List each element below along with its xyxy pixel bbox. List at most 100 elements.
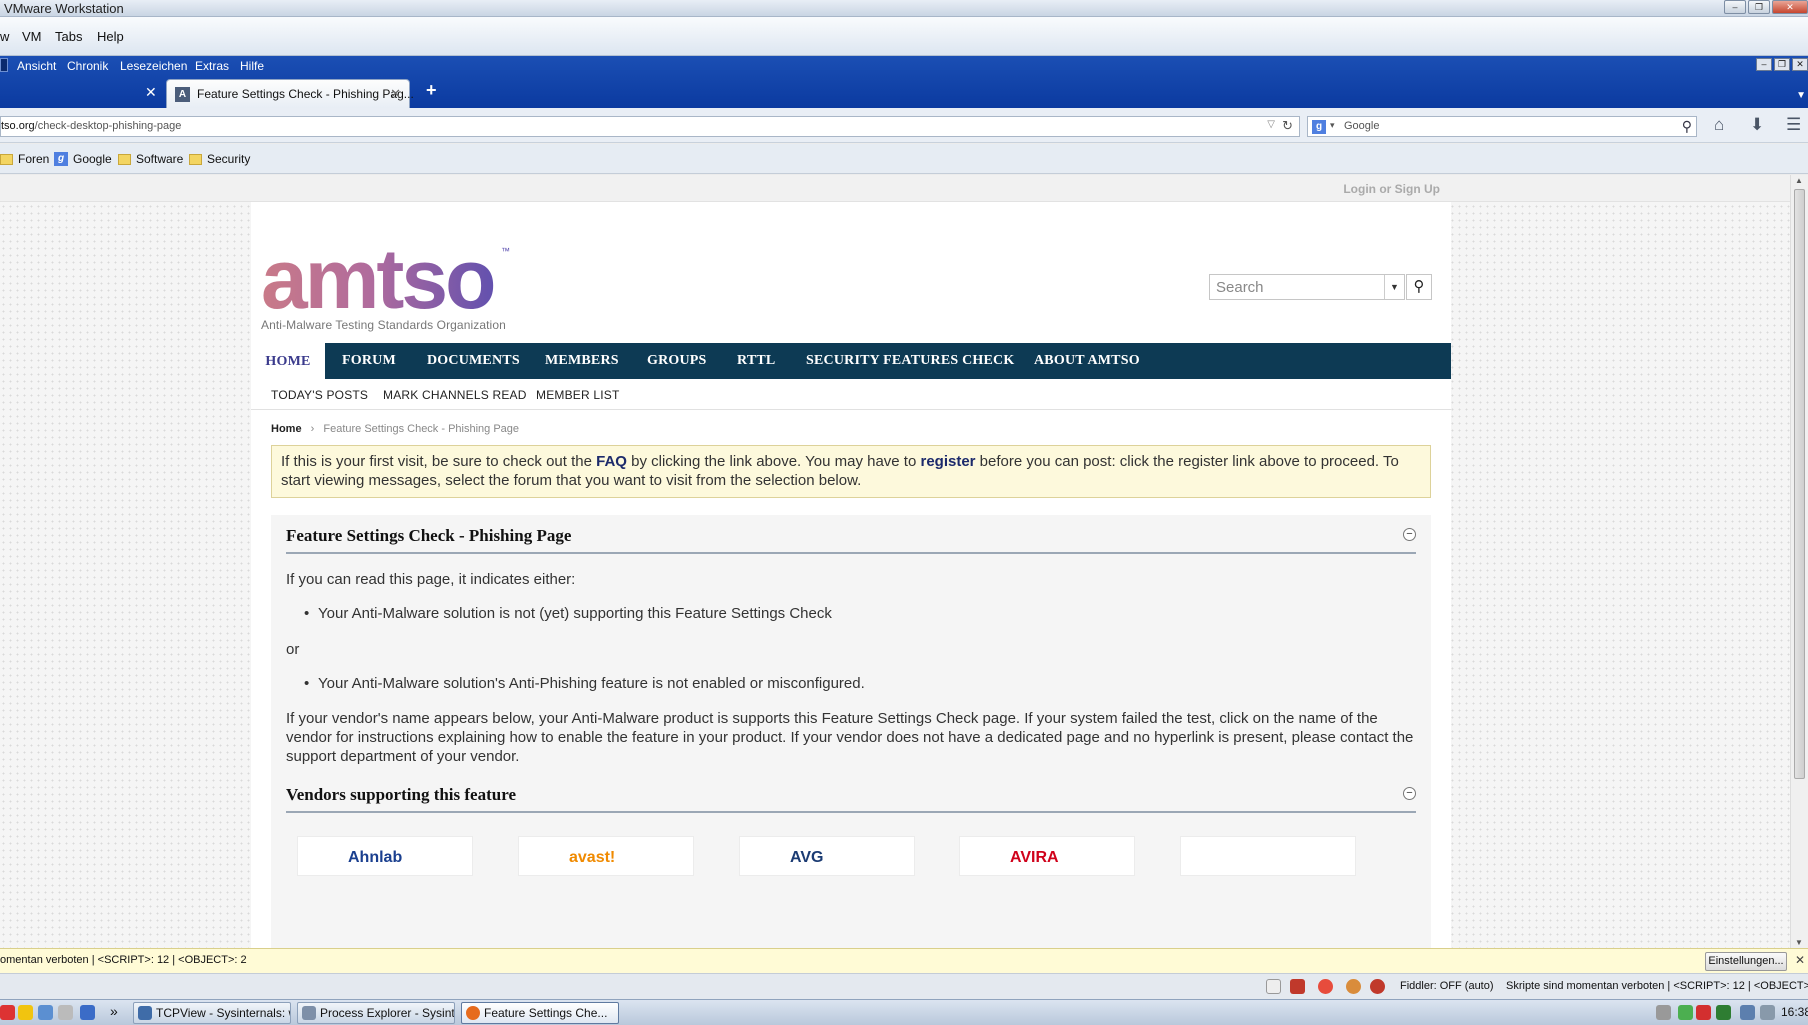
bookmark-google[interactable]: g Google [54,152,112,166]
bookmark-software[interactable]: Software [118,152,183,166]
quicklaunch-icon[interactable] [58,1005,73,1020]
subnav-mark-channels-read[interactable]: MARK CHANNELS READ [383,388,527,402]
tray-icon[interactable] [1678,1005,1693,1020]
ff-menu-ansicht[interactable]: Ansicht [17,59,56,73]
vendor-avast[interactable]: avast! [518,836,694,876]
menu-item-w[interactable]: w [0,29,9,44]
tab-close-icon[interactable]: ✕ [390,86,401,102]
tab-list-chevron-icon[interactable]: ▼ [1796,90,1806,101]
notification-close-icon[interactable]: ✕ [1795,953,1805,967]
subnav-member-list[interactable]: MEMBER LIST [536,388,620,402]
nav-documents[interactable]: DOCUMENTS [427,353,520,369]
more-icon[interactable]: » [110,1003,118,1019]
nav-forum[interactable]: FORUM [342,353,396,369]
bullet-not-supporting: Your Anti-Malware solution is not (yet) … [304,605,832,622]
nav-members[interactable]: MEMBERS [545,353,619,369]
nav-rttl[interactable]: RTTL [737,353,775,369]
quicklaunch-icon[interactable] [80,1005,95,1020]
collapse-icon[interactable]: − [1403,787,1416,800]
tray-icon[interactable] [1656,1005,1671,1020]
network-icon[interactable] [1740,1005,1755,1020]
menu-item-vm[interactable]: VM [22,29,42,44]
ff-close-button[interactable]: ✕ [1792,58,1808,71]
url-path: /check-desktop-phishing-page [34,120,182,132]
taskbar-firefox[interactable]: Feature Settings Che... [461,1002,619,1024]
vendor-ahnlab[interactable]: Ahnlab [297,836,473,876]
page-scrollbar[interactable]: ▲ ▼ [1790,175,1808,948]
firefox-button-edge[interactable] [0,58,8,72]
scroll-up-icon[interactable]: ▲ [1795,176,1803,185]
ff-menu-chronik[interactable]: Chronik [67,59,108,73]
tray-icon[interactable] [1716,1005,1731,1020]
scroll-down-icon[interactable]: ▼ [1795,938,1803,947]
tab-close-icon[interactable]: ✕ [145,84,157,101]
site-search-input[interactable]: Search ▼ [1209,274,1405,300]
cookie-icon[interactable] [1346,979,1361,994]
home-icon[interactable]: ⌂ [1714,115,1724,135]
clock[interactable]: 16:38 [1781,1005,1808,1019]
taskbar-tcpview[interactable]: TCPView - Sysinternals: w... [133,1002,291,1024]
bookmark-foren[interactable]: Foren [0,152,49,166]
close-button[interactable]: ✕ [1772,0,1808,14]
register-link[interactable]: register [920,453,975,470]
url-bar[interactable]: tso.org/check-desktop-phishing-page ▽ ↻ [0,116,1300,137]
adblock-icon[interactable] [1290,979,1305,994]
quicklaunch-icon[interactable] [38,1005,53,1020]
minimize-button[interactable]: – [1724,0,1746,14]
settings-button[interactable]: Einstellungen... [1705,952,1787,971]
vendor-avira[interactable]: AVIRA [959,836,1135,876]
tab-feature-settings[interactable]: A Feature Settings Check - Phishing Pag.… [166,79,414,108]
download-icon[interactable]: ⬇ [1750,115,1764,135]
breadcrumb-home[interactable]: Home [271,423,302,435]
main-navigation: HOME FORUM DOCUMENTS MEMBERS GROUPS RTTL… [251,343,1451,379]
bullet-not-enabled: Your Anti-Malware solution's Anti-Phishi… [304,675,865,692]
ff-restore-button[interactable]: ❐ [1774,58,1790,71]
ff-minimize-button[interactable]: – [1756,58,1772,71]
menu-item-tabs[interactable]: Tabs [55,29,82,44]
search-options-dropdown-icon[interactable]: ▼ [1384,275,1404,299]
reload-icon[interactable]: ↻ [1282,118,1293,134]
nav-home[interactable]: HOME [251,343,325,379]
web-search-field[interactable]: g ▾ Google ⚲ [1307,116,1697,137]
menu-icon[interactable]: ☰ [1786,115,1801,135]
ff-menu-extras[interactable]: Extras [195,59,229,73]
site-search-button[interactable]: ⚲ [1406,274,1432,300]
first-visit-notice: If this is your first visit, be sure to … [271,445,1431,498]
nav-about-amtso[interactable]: ABOUT AMTSO [1034,353,1140,369]
taskbar-process-explorer[interactable]: Process Explorer - Sysinte... [297,1002,455,1024]
notification-text: omentan verboten | <SCRIPT>: 12 | <OBJEC… [0,954,247,966]
tray-icon[interactable] [1696,1005,1711,1020]
ghostery-icon[interactable] [1370,979,1385,994]
start-icon[interactable] [0,1005,15,1020]
breadcrumb: Home › Feature Settings Check - Phishing… [271,423,519,435]
tab-title: Feature Settings Check - Phishing Pag... [197,87,414,101]
ff-menu-lesezeichen[interactable]: Lesezeichen [120,59,187,73]
collapse-icon[interactable]: − [1403,528,1416,541]
maximize-button[interactable]: ❐ [1748,0,1770,14]
new-tab-button[interactable]: + [426,80,437,101]
vendor-logo[interactable] [1180,836,1356,876]
vendor-avg[interactable]: AVG [739,836,915,876]
url-dropdown-icon[interactable]: ▽ [1267,119,1275,130]
amtso-logo[interactable]: amtso ™ Anti-Malware Testing Standards O… [261,237,510,332]
block-header: Vendors supporting this feature − [286,774,1416,813]
scripts-status[interactable]: Skripte sind momentan verboten | <SCRIPT… [1506,980,1808,992]
volume-icon[interactable] [1760,1005,1775,1020]
login-signup-link[interactable]: Login or Sign Up [1343,182,1440,196]
nav-security-features-check[interactable]: SECURITY FEATURES CHECK [806,353,1014,369]
search-icon[interactable]: ⚲ [1682,118,1692,135]
quicklaunch-icon[interactable] [18,1005,33,1020]
ff-menu-hilfe[interactable]: Hilfe [240,59,264,73]
noscript-icon[interactable] [1318,979,1333,994]
menu-item-help[interactable]: Help [97,29,124,44]
bookmark-security[interactable]: Security [189,152,250,166]
scrollbar-thumb[interactable] [1794,189,1805,779]
search-engine-dropdown-icon[interactable]: ▾ [1330,120,1335,131]
web-search-placeholder: Google [1344,120,1380,132]
sub-navigation: TODAY'S POSTS MARK CHANNELS READ MEMBER … [251,379,1451,410]
nav-groups[interactable]: GROUPS [647,353,707,369]
faq-link[interactable]: FAQ [596,453,627,470]
page-info-icon[interactable] [1266,979,1281,994]
subnav-todays-posts[interactable]: TODAY'S POSTS [271,388,368,402]
fiddler-status[interactable]: Fiddler: OFF (auto) [1400,980,1494,992]
